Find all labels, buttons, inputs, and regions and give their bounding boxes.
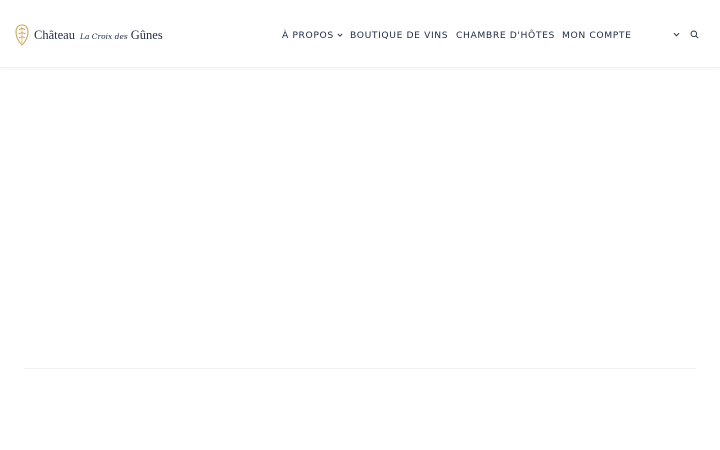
search-icon <box>690 30 699 39</box>
site-header: Château La Croix des Gûnes À PROPOS BOUT… <box>0 0 720 68</box>
logo-name-script: La Croix des <box>79 31 128 41</box>
nav-item-mon-compte[interactable]: MON COMPTE <box>562 28 631 42</box>
site-logo[interactable]: Château La Croix des Gûnes <box>13 22 163 48</box>
nav-item-label: CHAMBRE D'HÔTES <box>456 29 555 41</box>
search-button[interactable] <box>689 29 699 39</box>
logo-name-end: Gûnes <box>130 27 163 42</box>
nav-item-label: À PROPOS <box>282 29 334 41</box>
nav-item-label: BOUTIQUE DE VINS <box>350 29 449 41</box>
chevron-down-icon <box>337 33 343 37</box>
nav-item-label: MON COMPTE <box>562 29 632 41</box>
content-divider <box>24 368 696 369</box>
crest-icon <box>15 24 29 46</box>
nav-item-chambre-d-hotes[interactable]: CHAMBRE D'HÔTES <box>456 28 555 42</box>
chevron-down-icon <box>673 32 679 37</box>
logo-wordmark: Château La Croix des Gûnes <box>34 28 163 43</box>
language-dropdown-toggle[interactable] <box>671 29 681 39</box>
logo-name-main: Château <box>34 27 75 42</box>
nav-item-a-propos[interactable]: À PROPOS <box>282 28 343 42</box>
nav-item-boutique-de-vins[interactable]: BOUTIQUE DE VINS <box>350 28 448 42</box>
